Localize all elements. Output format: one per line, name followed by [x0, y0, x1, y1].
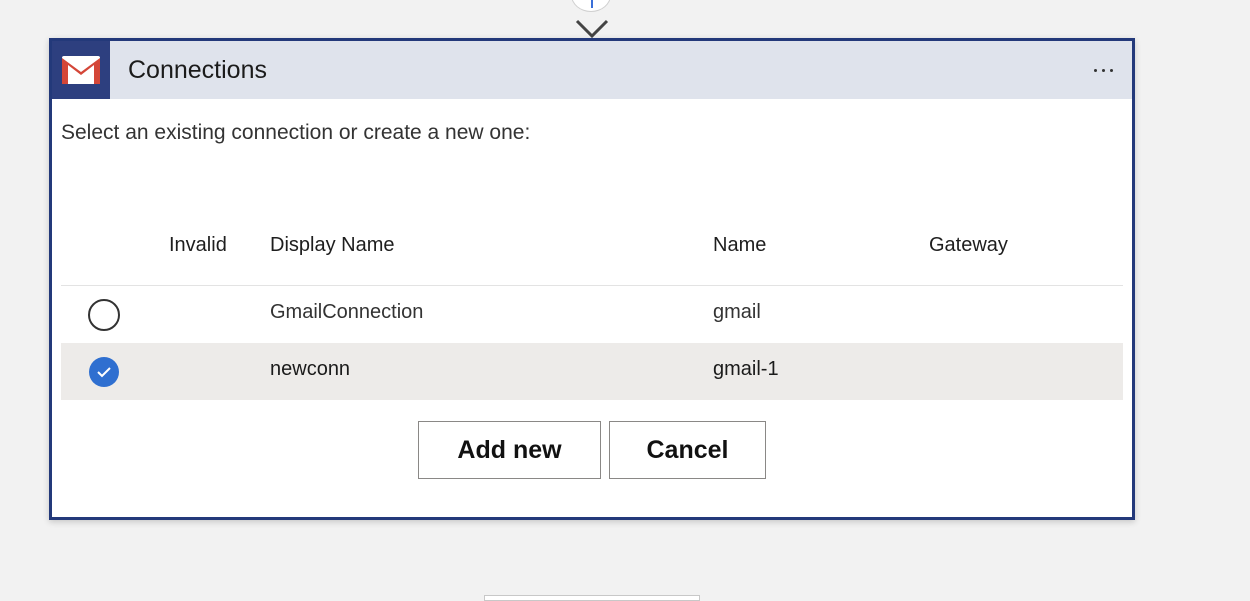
- gmail-icon: [52, 41, 110, 99]
- column-header-invalid: Invalid: [169, 234, 227, 256]
- radio-selected[interactable]: [89, 357, 119, 387]
- row-name: gmail-1: [713, 358, 779, 380]
- table-header: Invalid Display Name Name Gateway: [61, 217, 1123, 286]
- add-new-button[interactable]: Add new: [418, 421, 601, 479]
- more-icon: [1093, 68, 1097, 72]
- card-title: Connections: [128, 55, 267, 84]
- cancel-button[interactable]: Cancel: [609, 421, 766, 479]
- card-header: Connections: [52, 41, 1132, 99]
- row-name: gmail: [713, 301, 761, 323]
- instruction-text: Select an existing connection or create …: [61, 121, 531, 144]
- column-header-display-name: Display Name: [270, 234, 395, 256]
- table-row[interactable]: GmailConnection gmail: [61, 286, 1123, 343]
- check-icon: [97, 367, 111, 378]
- connections-table: Invalid Display Name Name Gateway GmailC…: [61, 217, 1123, 400]
- connections-card: Connections Select an existing connectio…: [49, 38, 1135, 520]
- table-row[interactable]: newconn gmail-1: [61, 343, 1123, 400]
- more-options-button[interactable]: [1086, 55, 1120, 85]
- column-header-name: Name: [713, 234, 767, 256]
- arrow-down-icon: [575, 19, 609, 39]
- column-header-gateway: Gateway: [929, 234, 1008, 256]
- radio-unselected[interactable]: [88, 299, 120, 331]
- next-step-card-edge: [484, 595, 700, 601]
- plus-icon: [591, 0, 593, 8]
- row-display-name: newconn: [270, 358, 351, 380]
- row-display-name: GmailConnection: [270, 301, 424, 323]
- add-step-button[interactable]: [571, 0, 611, 12]
